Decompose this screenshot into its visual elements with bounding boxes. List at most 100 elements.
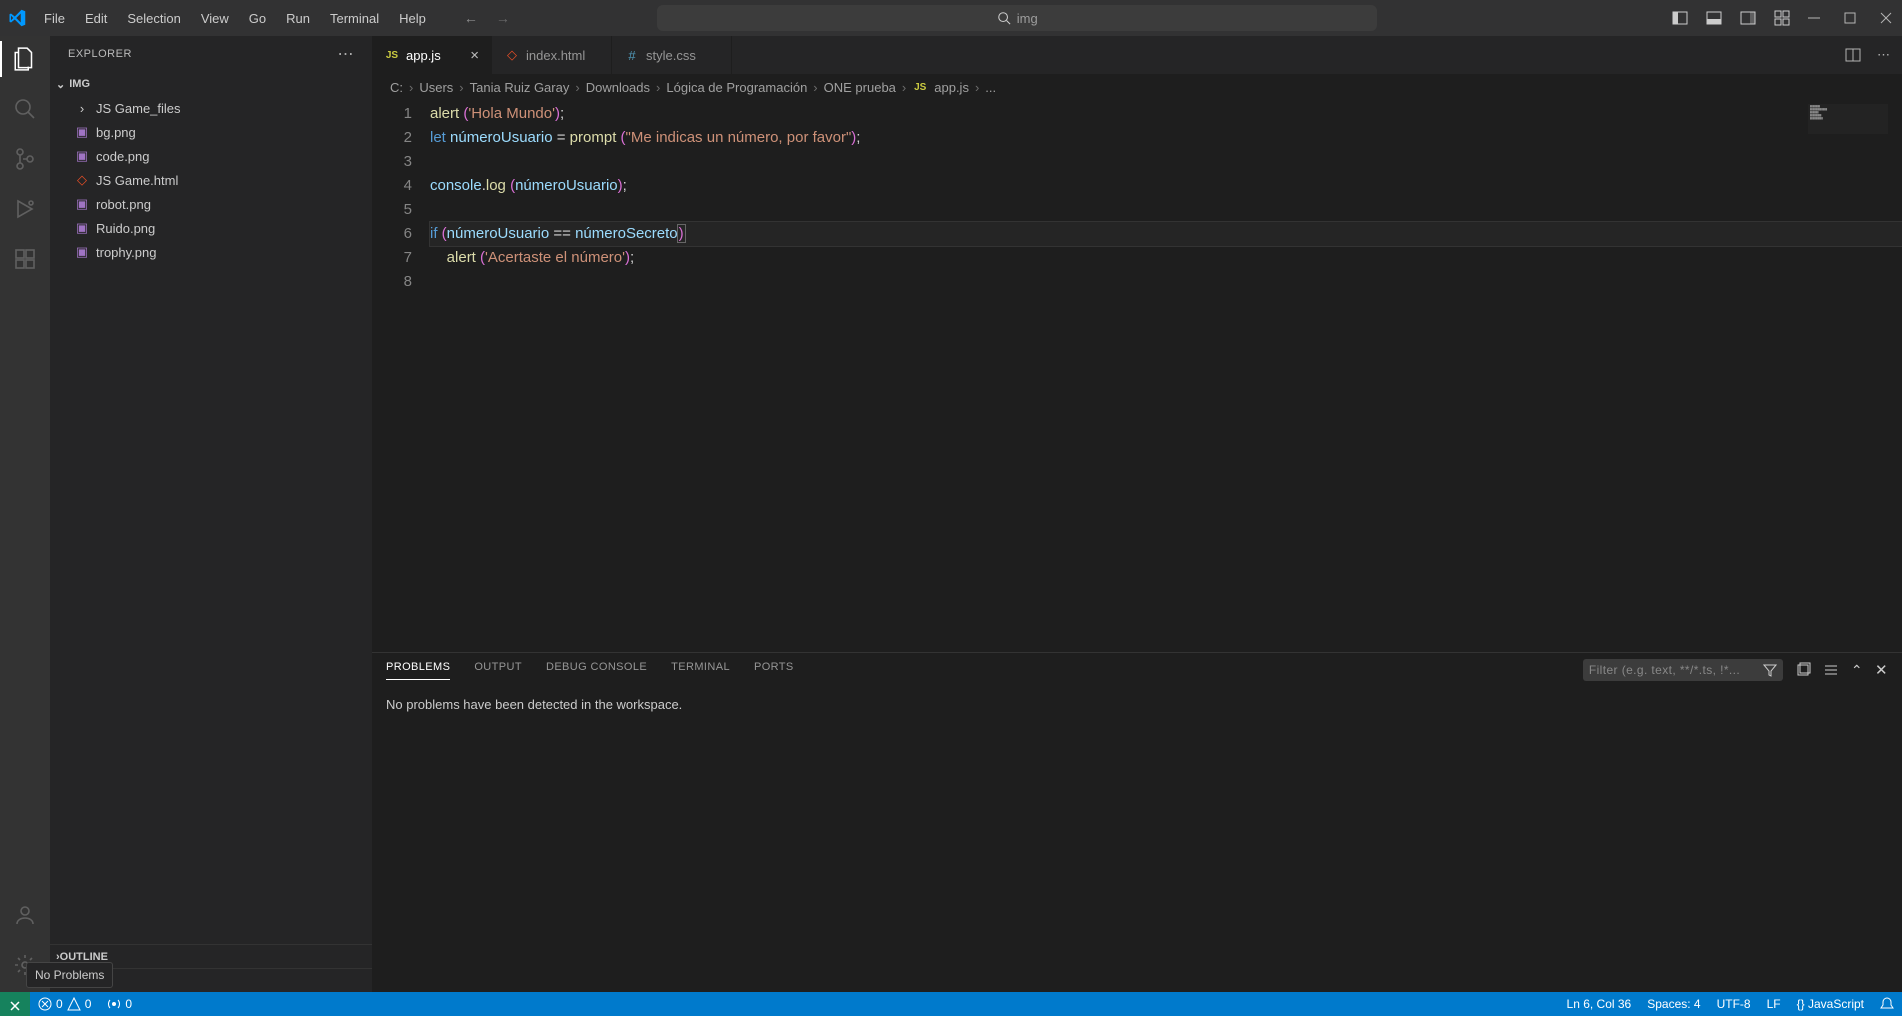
file-icon: ▣: [74, 124, 90, 140]
tree-item[interactable]: ›JS Game_files: [60, 96, 372, 120]
problems-status[interactable]: 0 0: [30, 997, 99, 1011]
status-item[interactable]: UTF-8: [1709, 997, 1759, 1011]
close-window-icon[interactable]: [1880, 12, 1894, 24]
panel-tab-ports[interactable]: PORTS: [754, 661, 794, 679]
minimap[interactable]: ████████████████████████████████████████…: [1808, 104, 1888, 134]
problems-filter-input[interactable]: Filter (e.g. text, **/*.ts, !*...: [1583, 659, 1783, 681]
breadcrumb-segment[interactable]: ...: [985, 80, 996, 95]
breadcrumb-segment[interactable]: Users: [419, 80, 453, 95]
chevron-down-icon: ⌄: [56, 78, 65, 91]
sidebar-more-icon[interactable]: ⋯: [338, 44, 355, 64]
breadcrumb-segment[interactable]: C:: [390, 80, 403, 95]
tree-item[interactable]: ▣trophy.png: [60, 240, 372, 264]
file-icon: ▣: [74, 148, 90, 164]
panel-tab-debug-console[interactable]: DEBUG CONSOLE: [546, 661, 647, 679]
tree-item[interactable]: ▣code.png: [60, 144, 372, 168]
panel-tab-terminal[interactable]: TERMINAL: [671, 661, 730, 679]
view-as-list-icon[interactable]: [1823, 662, 1839, 678]
code-content[interactable]: alert ('Hola Mundo');let númeroUsuario =…: [430, 100, 1902, 652]
tree-item[interactable]: ▣robot.png: [60, 192, 372, 216]
layout-sidebar-left-icon[interactable]: [1672, 10, 1688, 26]
file-icon: ◇: [74, 172, 90, 188]
radio-tower-icon: [107, 997, 121, 1011]
nav-forward-icon[interactable]: →: [496, 10, 510, 26]
breadcrumb-segment[interactable]: Downloads: [586, 80, 650, 95]
layout-panel-icon[interactable]: [1706, 10, 1722, 26]
file-icon: ▣: [74, 220, 90, 236]
panel-tab-problems[interactable]: PROBLEMS: [386, 661, 450, 680]
sidebar-title: EXPLORER: [68, 48, 132, 60]
status-item[interactable]: Spaces: 4: [1639, 997, 1708, 1011]
panel-content: No problems have been detected in the wo…: [372, 687, 1902, 722]
problems-tooltip: No Problems: [26, 962, 113, 988]
breadcrumb-segment[interactable]: app.js: [934, 80, 969, 95]
outline-label: OUTLINE: [60, 951, 108, 963]
status-item[interactable]: LF: [1759, 997, 1789, 1011]
menu-go[interactable]: Go: [239, 5, 276, 32]
panel-maximize-icon[interactable]: ⌃: [1851, 662, 1863, 679]
panel-tab-output[interactable]: OUTPUT: [474, 661, 522, 679]
remote-indicator[interactable]: [0, 992, 30, 1016]
tree-item[interactable]: ▣Ruido.png: [60, 216, 372, 240]
filter-placeholder: Filter (e.g. text, **/*.ts, !*...: [1589, 663, 1740, 677]
editor-more-icon[interactable]: ⋯: [1877, 47, 1890, 63]
tree-item[interactable]: ▣bg.png: [60, 120, 372, 144]
menu-help[interactable]: Help: [389, 5, 436, 32]
editor-tab[interactable]: #style.css: [612, 36, 732, 74]
menu-file[interactable]: File: [34, 5, 75, 32]
notifications-icon[interactable]: [1872, 997, 1902, 1011]
panel-close-icon[interactable]: ✕: [1875, 661, 1888, 679]
layout-customize-icon[interactable]: [1774, 10, 1790, 26]
minimize-icon[interactable]: [1808, 12, 1822, 24]
file-icon: #: [624, 48, 640, 63]
editor-area: JSapp.js×◇index.html#style.css ⋯ C:›User…: [372, 36, 1902, 992]
menu-view[interactable]: View: [191, 5, 239, 32]
split-editor-icon[interactable]: [1845, 47, 1861, 63]
filter-icon[interactable]: [1763, 663, 1777, 677]
source-control-icon[interactable]: [12, 146, 38, 172]
breadcrumb[interactable]: C:›Users›Tania Ruiz Garay›Downloads›Lógi…: [372, 74, 1902, 100]
ports-status[interactable]: 0: [99, 997, 140, 1011]
file-icon: ▣: [74, 244, 90, 260]
status-item[interactable]: Ln 6, Col 36: [1559, 997, 1640, 1011]
breadcrumb-segment[interactable]: ONE prueba: [824, 80, 896, 95]
accounts-icon[interactable]: [12, 902, 38, 928]
panel-tabs: PROBLEMS OUTPUT DEBUG CONSOLE TERMINAL PORTS…: [372, 653, 1902, 687]
nav-back-icon[interactable]: ←: [464, 10, 478, 26]
close-tab-icon[interactable]: ×: [470, 47, 479, 64]
explorer-icon[interactable]: [12, 46, 38, 72]
layout-sidebar-right-icon[interactable]: [1740, 10, 1756, 26]
tree-item[interactable]: ◇JS Game.html: [60, 168, 372, 192]
activity-bar: [0, 36, 50, 992]
file-icon: JS: [384, 50, 400, 61]
breadcrumb-segment[interactable]: Tania Ruiz Garay: [470, 80, 570, 95]
folder-root[interactable]: ⌄ IMG: [50, 72, 372, 96]
remote-icon: [8, 997, 22, 1011]
editor-tab[interactable]: ◇index.html: [492, 36, 612, 74]
status-bar: 0 0 0 Ln 6, Col 36Spaces: 4UTF-8LF{} Jav…: [0, 992, 1902, 1016]
menu-selection[interactable]: Selection: [117, 5, 190, 32]
editor-body[interactable]: 12345678 alert ('Hola Mundo');let número…: [372, 100, 1902, 652]
menu-run[interactable]: Run: [276, 5, 320, 32]
folder-name: IMG: [69, 78, 90, 90]
editor-tab[interactable]: JSapp.js×: [372, 36, 492, 74]
editor-tabs: JSapp.js×◇index.html#style.css ⋯: [372, 36, 1902, 74]
search-activity-icon[interactable]: [12, 96, 38, 122]
bottom-panel: PROBLEMS OUTPUT DEBUG CONSOLE TERMINAL PORTS…: [372, 652, 1902, 992]
run-debug-icon[interactable]: [12, 196, 38, 222]
warning-icon: [67, 997, 81, 1011]
collapse-all-icon[interactable]: [1795, 662, 1811, 678]
file-tree: ›JS Game_files▣bg.png▣code.png◇JS Game.h…: [50, 96, 372, 264]
status-item[interactable]: {} JavaScript: [1789, 997, 1872, 1011]
titlebar: FileEditSelectionViewGoRunTerminalHelp ←…: [0, 0, 1902, 36]
maximize-icon[interactable]: [1844, 12, 1858, 24]
menu-edit[interactable]: Edit: [75, 5, 117, 32]
search-icon: [997, 11, 1011, 25]
breadcrumb-segment[interactable]: Lógica de Programación: [666, 80, 807, 95]
extensions-icon[interactable]: [12, 246, 38, 272]
menu-terminal[interactable]: Terminal: [320, 5, 389, 32]
command-center-search[interactable]: img: [657, 5, 1377, 31]
search-value: img: [1017, 11, 1038, 26]
file-icon: ›: [74, 101, 90, 116]
sidebar: EXPLORER ⋯ ⌄ IMG ›JS Game_files▣bg.png▣c…: [50, 36, 372, 992]
